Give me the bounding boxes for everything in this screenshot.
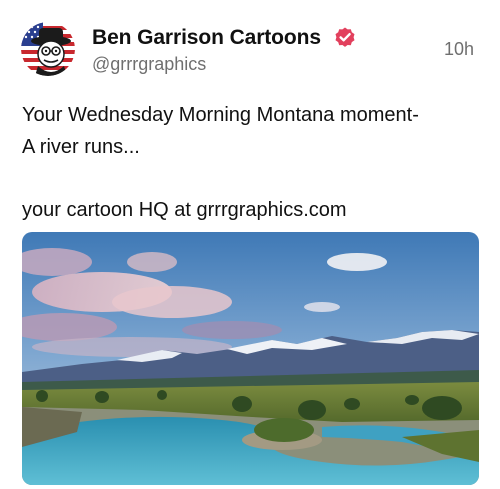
author-avatar[interactable] xyxy=(21,22,75,76)
cartoon-avatar-icon xyxy=(21,22,75,76)
post-text-line: A river runs... xyxy=(22,136,140,158)
landscape-photo xyxy=(22,232,479,485)
verified-badge-icon xyxy=(333,25,357,49)
post-text-line: Your Wednesday Morning Montana moment- xyxy=(22,104,419,126)
post-timestamp[interactable]: 10h xyxy=(444,39,474,60)
post-image[interactable] xyxy=(22,232,479,485)
post-text-line: your cartoon HQ at grrrgraphics.com xyxy=(22,199,347,221)
post-card[interactable]: Ben Garrison Cartoons @grrrgraphics 10h … xyxy=(0,0,500,489)
author-handle[interactable]: @grrrgraphics xyxy=(92,54,206,75)
author-display-name[interactable]: Ben Garrison Cartoons xyxy=(92,26,321,50)
